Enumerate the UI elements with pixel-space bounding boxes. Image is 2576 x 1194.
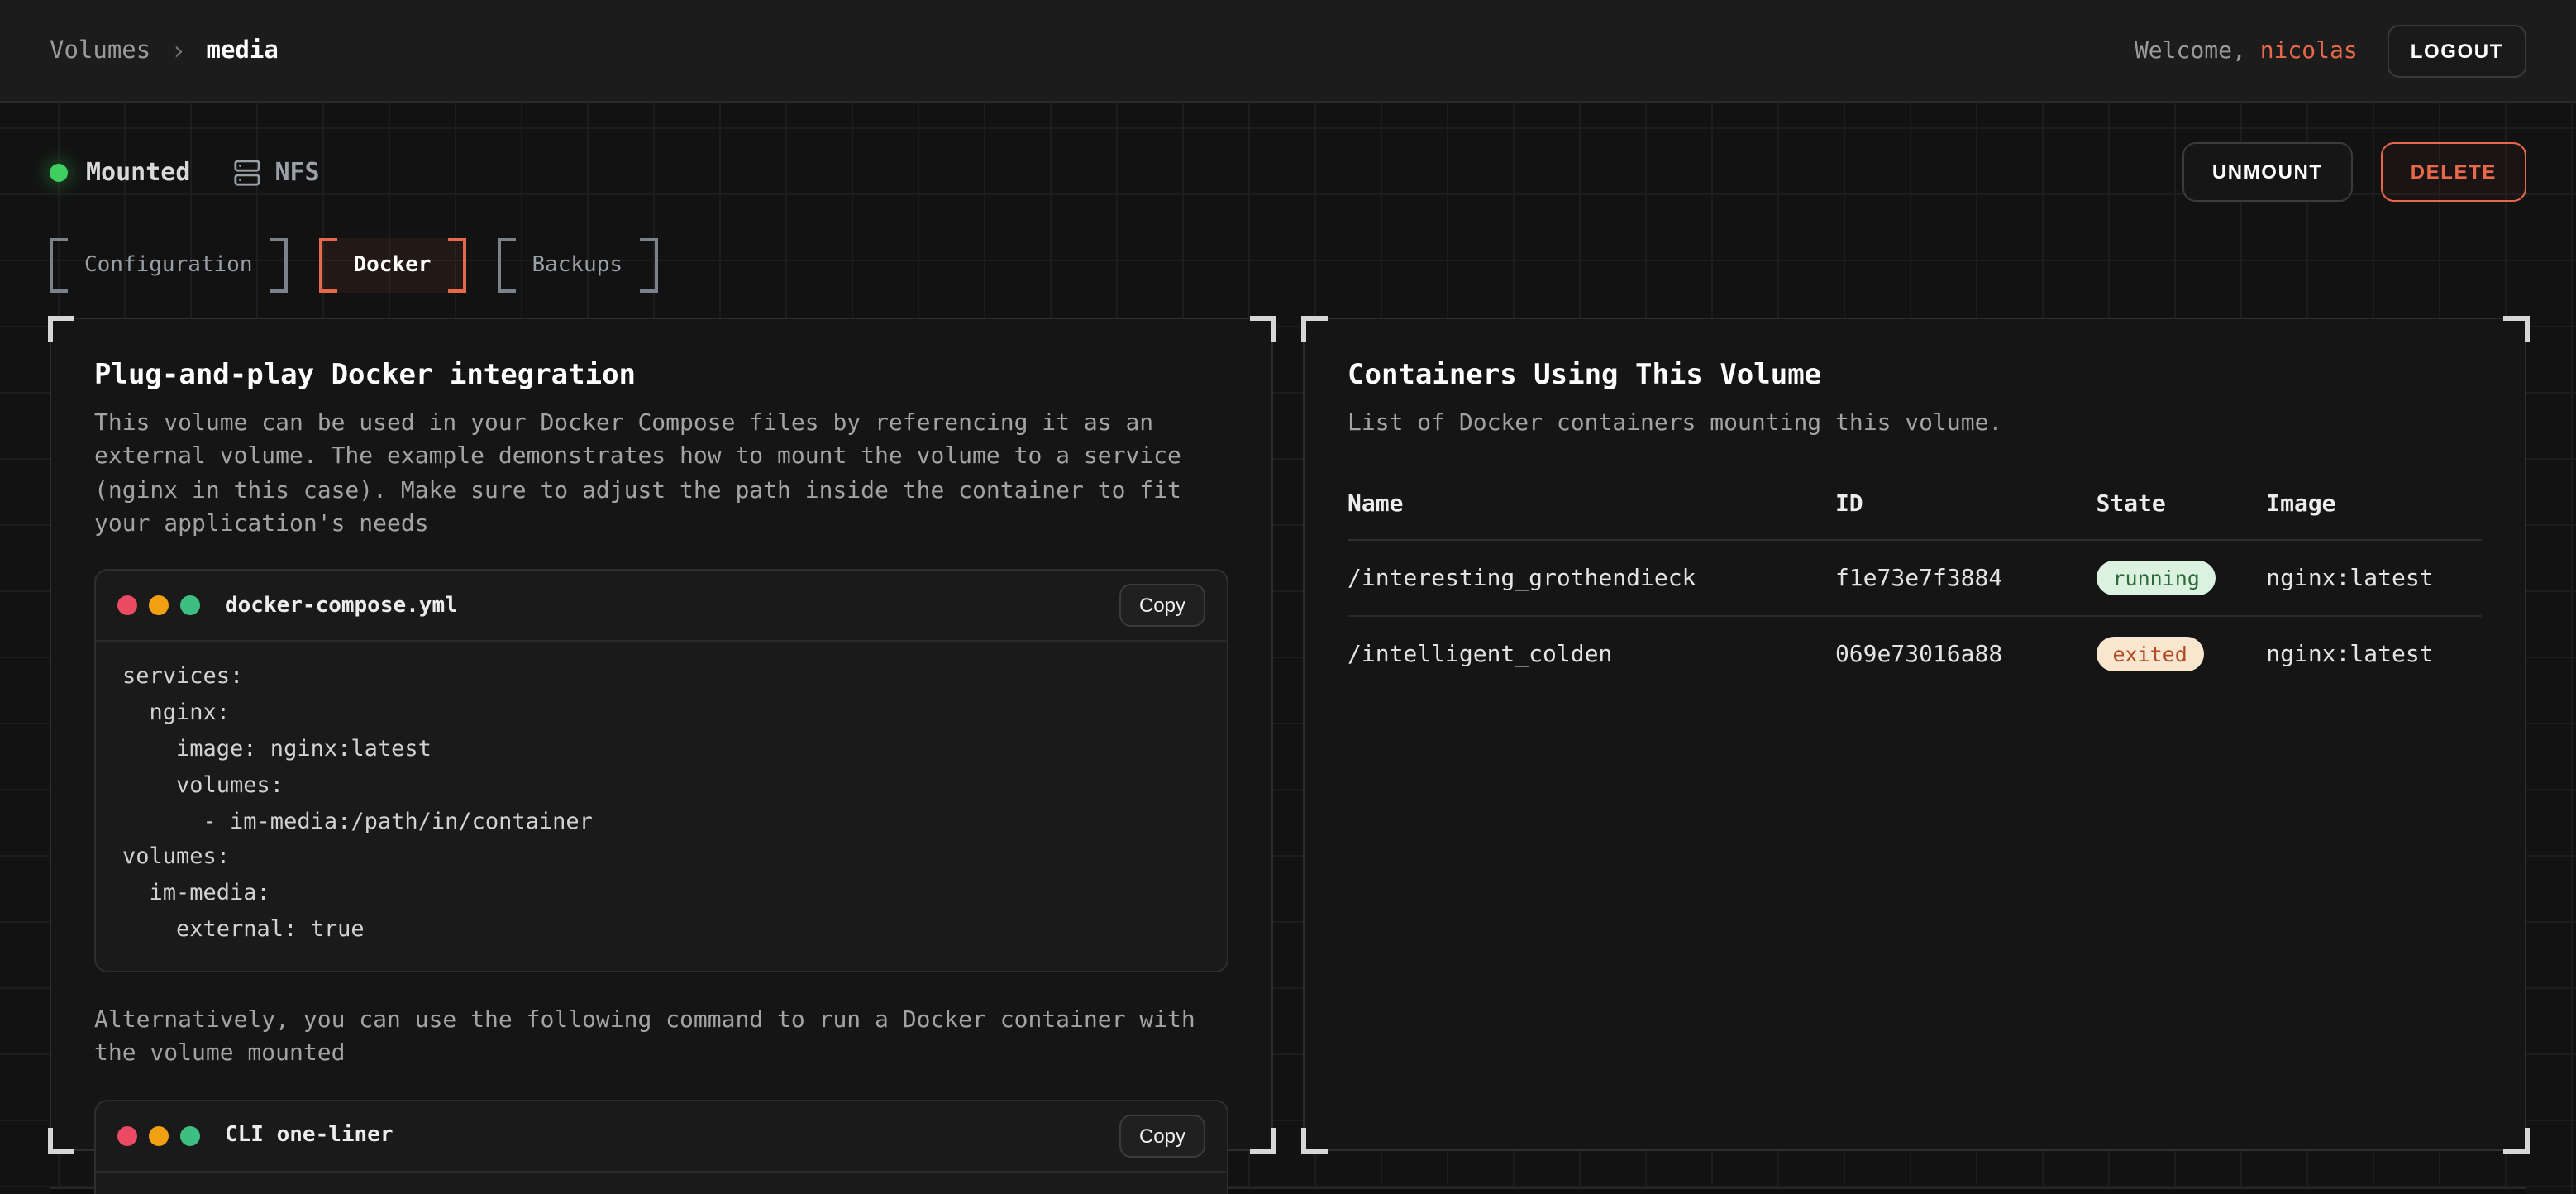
breadcrumb: Volumes › media	[50, 35, 279, 66]
column-header-id: ID	[1835, 492, 2097, 518]
compose-filename: docker-compose.yml	[225, 593, 458, 618]
container-image-cell: nginx:latest	[2266, 642, 2482, 668]
container-state-cell: exited	[2096, 638, 2266, 672]
traffic-light-dots-icon	[117, 595, 200, 615]
driver-badge: NFS	[233, 157, 319, 187]
unmount-button[interactable]: UNMOUNT	[2182, 142, 2353, 202]
traffic-dot-icon	[117, 1125, 137, 1145]
containers-table-header: NameIDStateImage	[1348, 482, 2482, 542]
mounted-status: Mounted	[50, 157, 190, 187]
server-icon	[233, 158, 261, 186]
tab-backups[interactable]: Backups	[497, 238, 657, 293]
containers-panel: Containers Using This Volume List of Doc…	[1303, 318, 2526, 1151]
username-text: nicolas	[2260, 37, 2358, 64]
status-row: Mounted NFS UNMOUNT DELET	[50, 142, 2526, 202]
chevron-right-icon: ›	[170, 35, 186, 66]
docker-panel-title: Plug-and-play Docker integration	[94, 359, 1228, 392]
panel-corner-bracket	[47, 315, 74, 341]
app-root: Volumes › media Welcome, nicolas LOGOUT …	[0, 0, 2576, 1194]
containers-panel-subtitle: List of Docker containers mounting this …	[1348, 407, 2482, 441]
cli-filename: CLI one-liner	[225, 1123, 394, 1148]
panel-corner-bracket	[2502, 1127, 2529, 1153]
panels-row: Plug-and-play Docker integration This vo…	[50, 318, 2526, 1151]
compose-code-header: docker-compose.yml Copy	[96, 571, 1227, 642]
compose-code-block: docker-compose.yml Copy services: nginx:…	[94, 569, 1228, 972]
mounted-status-label: Mounted	[86, 157, 190, 187]
containers-table-body: /interesting_grothendieck f1e73e7f3884 r…	[1348, 542, 2482, 692]
delete-button[interactable]: DELETE	[2381, 142, 2526, 202]
traffic-light-dots-icon	[117, 1125, 200, 1145]
traffic-dot-icon	[149, 1125, 169, 1145]
column-header-name: Name	[1348, 492, 1835, 518]
state-badge: running	[2096, 561, 2216, 596]
cli-code-block: CLI one-liner Copy docker run -v im-medi…	[94, 1099, 1228, 1194]
container-id-cell: 069e73016a88	[1835, 642, 2097, 668]
tab-configuration[interactable]: Configuration	[50, 238, 288, 293]
status-actions: UNMOUNT DELETE	[2182, 142, 2526, 202]
table-row: /intelligent_colden 069e73016a88 exited …	[1348, 618, 2482, 692]
driver-label: NFS	[274, 157, 319, 187]
panel-corner-bracket	[1249, 1127, 1276, 1153]
cli-intro-text: Alternatively, you can use the following…	[94, 1004, 1228, 1071]
main-area: Mounted NFS UNMOUNT DELET	[0, 103, 2576, 1194]
cli-copy-button[interactable]: Copy	[1119, 1114, 1205, 1157]
docker-integration-panel: Plug-and-play Docker integration This vo…	[50, 318, 1273, 1151]
container-image-cell: nginx:latest	[2266, 566, 2482, 592]
tab-bar: Configuration Docker Backups	[50, 238, 2526, 293]
compose-code-content: services: nginx: image: nginx:latest vol…	[96, 642, 1227, 971]
containers-panel-title: Containers Using This Volume	[1348, 359, 2482, 392]
container-id-cell: f1e73e7f3884	[1835, 566, 2097, 592]
traffic-dot-icon	[149, 595, 169, 615]
column-header-image: Image	[2266, 492, 2482, 518]
topbar-right: Welcome, nicolas LOGOUT	[2135, 24, 2526, 77]
traffic-dot-icon	[180, 1125, 200, 1145]
panel-corner-bracket	[2502, 315, 2529, 341]
cli-code-header: CLI one-liner Copy	[96, 1101, 1227, 1172]
top-bar: Volumes › media Welcome, nicolas LOGOUT	[0, 0, 2576, 103]
status-left: Mounted NFS	[50, 157, 320, 187]
docker-panel-description: This volume can be used in your Docker C…	[94, 407, 1228, 541]
panel-corner-bracket	[1249, 315, 1276, 341]
breadcrumb-volumes-link[interactable]: Volumes	[50, 37, 150, 64]
panel-corner-bracket	[1300, 315, 1327, 341]
container-name-cell: /intelligent_colden	[1348, 642, 1835, 668]
container-name-cell: /interesting_grothendieck	[1348, 566, 1835, 592]
mounted-status-dot-icon	[50, 163, 68, 181]
container-state-cell: running	[2096, 561, 2266, 596]
compose-copy-button[interactable]: Copy	[1119, 584, 1205, 627]
containers-table: NameIDStateImage /interesting_grothendie…	[1348, 482, 2482, 692]
cli-code-content: docker run -v im-media:/path/in/containe…	[96, 1172, 1227, 1194]
traffic-dot-icon	[117, 595, 137, 615]
traffic-dot-icon	[180, 595, 200, 615]
table-row: /interesting_grothendieck f1e73e7f3884 r…	[1348, 542, 2482, 618]
tab-docker[interactable]: Docker	[319, 238, 466, 293]
welcome-text: Welcome, nicolas	[2135, 37, 2358, 64]
state-badge: exited	[2096, 638, 2203, 672]
welcome-prefix: Welcome,	[2135, 37, 2246, 64]
panel-corner-bracket	[1300, 1127, 1327, 1153]
breadcrumb-current-page: media	[207, 37, 279, 64]
column-header-state: State	[2096, 492, 2266, 518]
panel-corner-bracket	[47, 1127, 74, 1153]
logout-button[interactable]: LOGOUT	[2388, 24, 2526, 77]
